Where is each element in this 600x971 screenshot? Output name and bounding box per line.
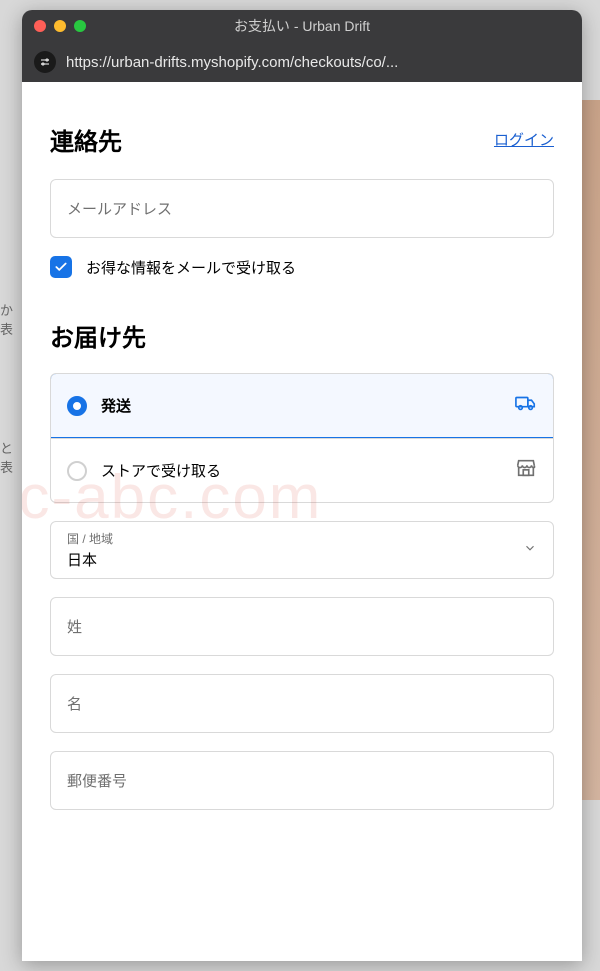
country-select[interactable]: 国 / 地域 日本 <box>50 521 554 579</box>
delivery-method-group: 発送 ストアで受け取る <box>50 373 554 503</box>
delivery-option-ship[interactable]: 発送 <box>50 373 554 438</box>
maximize-window-button[interactable] <box>74 20 86 32</box>
last-name-field[interactable]: 姓 <box>50 597 554 656</box>
contact-heading: 連絡先 <box>50 122 122 157</box>
checkout-content: ec-abc.com 連絡先 ログイン メールアドレス お得な情報をメールで受け… <box>22 82 582 961</box>
url-text: https://urban-drifts.myshopify.com/check… <box>66 54 570 71</box>
truck-icon <box>515 392 537 419</box>
radio-ship-label: 発送 <box>101 395 501 416</box>
country-value: 日本 <box>67 549 537 570</box>
window-titlebar: お支払い - Urban Drift <box>22 10 582 42</box>
radio-ship[interactable] <box>67 396 87 416</box>
address-bar[interactable]: https://urban-drifts.myshopify.com/check… <box>22 42 582 82</box>
email-field[interactable]: メールアドレス <box>50 179 554 238</box>
login-link[interactable]: ログイン <box>494 129 554 150</box>
newsletter-checkbox[interactable] <box>50 256 72 278</box>
browser-window: お支払い - Urban Drift https://urban-drifts.… <box>22 10 582 961</box>
background-page-fragment: か 表 と 表 <box>0 200 22 600</box>
country-label: 国 / 地域 <box>67 530 537 547</box>
store-icon <box>515 457 537 484</box>
minimize-window-button[interactable] <box>54 20 66 32</box>
radio-pickup-label: ストアで受け取る <box>101 460 501 481</box>
radio-pickup[interactable] <box>67 461 87 481</box>
postal-code-field[interactable]: 郵便番号 <box>50 751 554 810</box>
chevron-down-icon <box>523 541 537 559</box>
newsletter-label: お得な情報をメールで受け取る <box>86 257 296 278</box>
delivery-option-pickup[interactable]: ストアで受け取る <box>51 438 553 502</box>
close-window-button[interactable] <box>34 20 46 32</box>
traffic-lights <box>34 20 86 32</box>
site-settings-icon[interactable] <box>34 51 56 73</box>
window-title: お支払い - Urban Drift <box>22 16 582 36</box>
first-name-field[interactable]: 名 <box>50 674 554 733</box>
background-image-fragment <box>582 100 600 800</box>
delivery-heading: お届け先 <box>50 318 554 353</box>
